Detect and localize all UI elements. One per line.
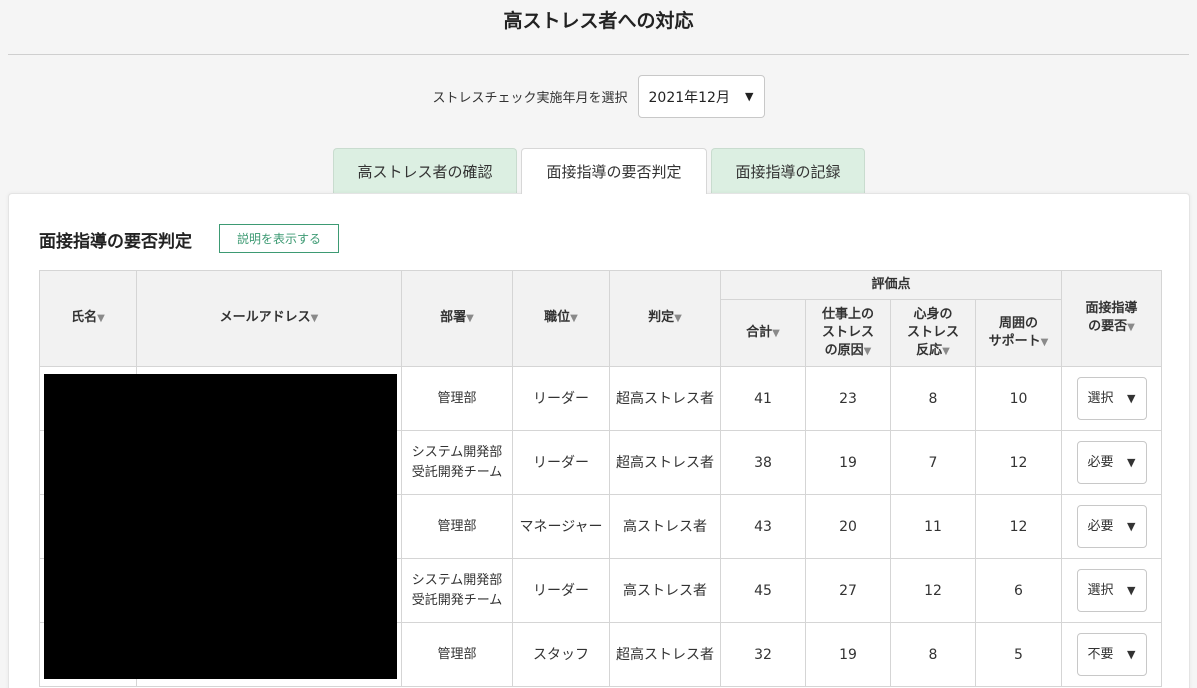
period-selector-row: ストレスチェック実施年月を選択 2021年12月 ▼ xyxy=(0,75,1197,118)
sort-icon: ▼ xyxy=(570,313,578,324)
decision-select[interactable]: 選択 ▼ xyxy=(1076,377,1147,420)
cell-work-stress: 23 xyxy=(805,366,891,431)
cell-decision: 選択 ▼ xyxy=(1061,558,1163,623)
cell-judgment: 高ストレス者 xyxy=(609,558,721,623)
period-select[interactable]: 2021年12月 ▼ xyxy=(637,75,765,118)
cell-position: リーダー xyxy=(512,366,610,431)
header-position[interactable]: 職位▼ xyxy=(512,270,610,367)
header-name[interactable]: 氏名▼ xyxy=(39,270,137,367)
header-work-stress[interactable]: 仕事上の ストレス の原因▼ xyxy=(805,299,891,367)
header-decision[interactable]: 面接指導 の要否▼ xyxy=(1061,270,1163,367)
cell-judgment: 超高ストレス者 xyxy=(609,366,721,431)
chevron-down-icon: ▼ xyxy=(1127,647,1136,661)
cell-total: 41 xyxy=(720,366,806,431)
show-explanation-button[interactable]: 説明を表示する xyxy=(219,224,339,253)
chevron-down-icon: ▼ xyxy=(745,90,754,103)
decision-select[interactable]: 必要 ▼ xyxy=(1076,441,1147,484)
header-score-group: 評価点 xyxy=(719,270,1063,300)
cell-mind-body: 8 xyxy=(890,366,976,431)
cell-support: 10 xyxy=(974,366,1063,431)
cell-work-stress: 19 xyxy=(805,430,891,495)
header-email[interactable]: メールアドレス▼ xyxy=(136,270,402,367)
cell-mind-body: 11 xyxy=(890,494,976,559)
cell-work-stress: 27 xyxy=(805,558,891,623)
chevron-down-icon: ▼ xyxy=(1127,455,1136,469)
header-support[interactable]: 周囲の サポート▼ xyxy=(974,299,1063,367)
decision-select[interactable]: 選択 ▼ xyxy=(1076,569,1147,612)
sort-icon: ▼ xyxy=(942,345,950,357)
tab-interview-need[interactable]: 面接指導の要否判定 xyxy=(521,148,707,194)
cell-judgment: 超高ストレス者 xyxy=(609,430,721,495)
cell-department: 管理部 xyxy=(401,494,513,559)
sort-icon: ▼ xyxy=(97,313,105,324)
cell-total: 32 xyxy=(720,622,806,687)
tab-bar: 高ストレス者の確認 面接指導の要否判定 面接指導の記録 xyxy=(0,148,1197,194)
cell-decision: 必要 ▼ xyxy=(1061,430,1163,495)
cell-department: システム開発部 受託開発チーム xyxy=(401,558,513,623)
cell-department: 管理部 xyxy=(401,366,513,431)
title-divider xyxy=(8,54,1189,55)
sort-icon: ▼ xyxy=(772,327,780,339)
cell-position: リーダー xyxy=(512,430,610,495)
page-title: 高ストレス者への対応 xyxy=(503,10,694,32)
tab-high-stress-check[interactable]: 高ストレス者の確認 xyxy=(333,148,517,193)
cell-total: 45 xyxy=(720,558,806,623)
tab-interview-record[interactable]: 面接指導の記録 xyxy=(711,148,865,193)
period-label: ストレスチェック実施年月を選択 xyxy=(432,91,628,106)
header-judgment[interactable]: 判定▼ xyxy=(609,270,721,367)
cell-support: 5 xyxy=(974,622,1063,687)
header-mind-body[interactable]: 心身の ストレス 反応▼ xyxy=(890,299,976,367)
sort-icon: ▼ xyxy=(1040,336,1049,348)
cell-support: 6 xyxy=(974,558,1063,623)
cell-total: 38 xyxy=(720,430,806,495)
header-total[interactable]: 合計▼ xyxy=(720,299,806,367)
chevron-down-icon: ▼ xyxy=(1127,391,1136,405)
chevron-down-icon: ▼ xyxy=(1127,519,1136,533)
sort-icon: ▼ xyxy=(466,313,474,324)
cell-support: 12 xyxy=(974,494,1063,559)
cell-position: マネージャー xyxy=(512,494,610,559)
redacted-region xyxy=(44,374,397,679)
cell-support: 12 xyxy=(974,430,1063,495)
cell-department: 管理部 xyxy=(401,622,513,687)
cell-decision: 必要 ▼ xyxy=(1061,494,1163,559)
chevron-down-icon: ▼ xyxy=(1127,583,1136,597)
sort-icon: ▼ xyxy=(1127,322,1135,333)
cell-department: システム開発部 受託開発チーム xyxy=(401,430,513,495)
period-select-value: 2021年12月 xyxy=(648,89,730,106)
cell-position: スタッフ xyxy=(512,622,610,687)
section-title: 面接指導の要否判定 xyxy=(39,232,192,252)
cell-work-stress: 19 xyxy=(805,622,891,687)
sort-icon: ▼ xyxy=(674,313,682,324)
cell-mind-body: 12 xyxy=(890,558,976,623)
cell-mind-body: 7 xyxy=(890,430,976,495)
cell-mind-body: 8 xyxy=(890,622,976,687)
cell-total: 43 xyxy=(720,494,806,559)
header-department[interactable]: 部署▼ xyxy=(401,270,513,367)
decision-select[interactable]: 不要 ▼ xyxy=(1076,633,1147,676)
sort-icon: ▼ xyxy=(863,345,872,357)
cell-work-stress: 20 xyxy=(805,494,891,559)
cell-decision: 選択 ▼ xyxy=(1061,366,1163,431)
cell-judgment: 超高ストレス者 xyxy=(609,622,721,687)
decision-select[interactable]: 必要 ▼ xyxy=(1076,505,1147,548)
cell-decision: 不要 ▼ xyxy=(1061,622,1163,687)
cell-judgment: 高ストレス者 xyxy=(609,494,721,559)
sort-icon: ▼ xyxy=(310,313,319,324)
cell-position: リーダー xyxy=(512,558,610,623)
